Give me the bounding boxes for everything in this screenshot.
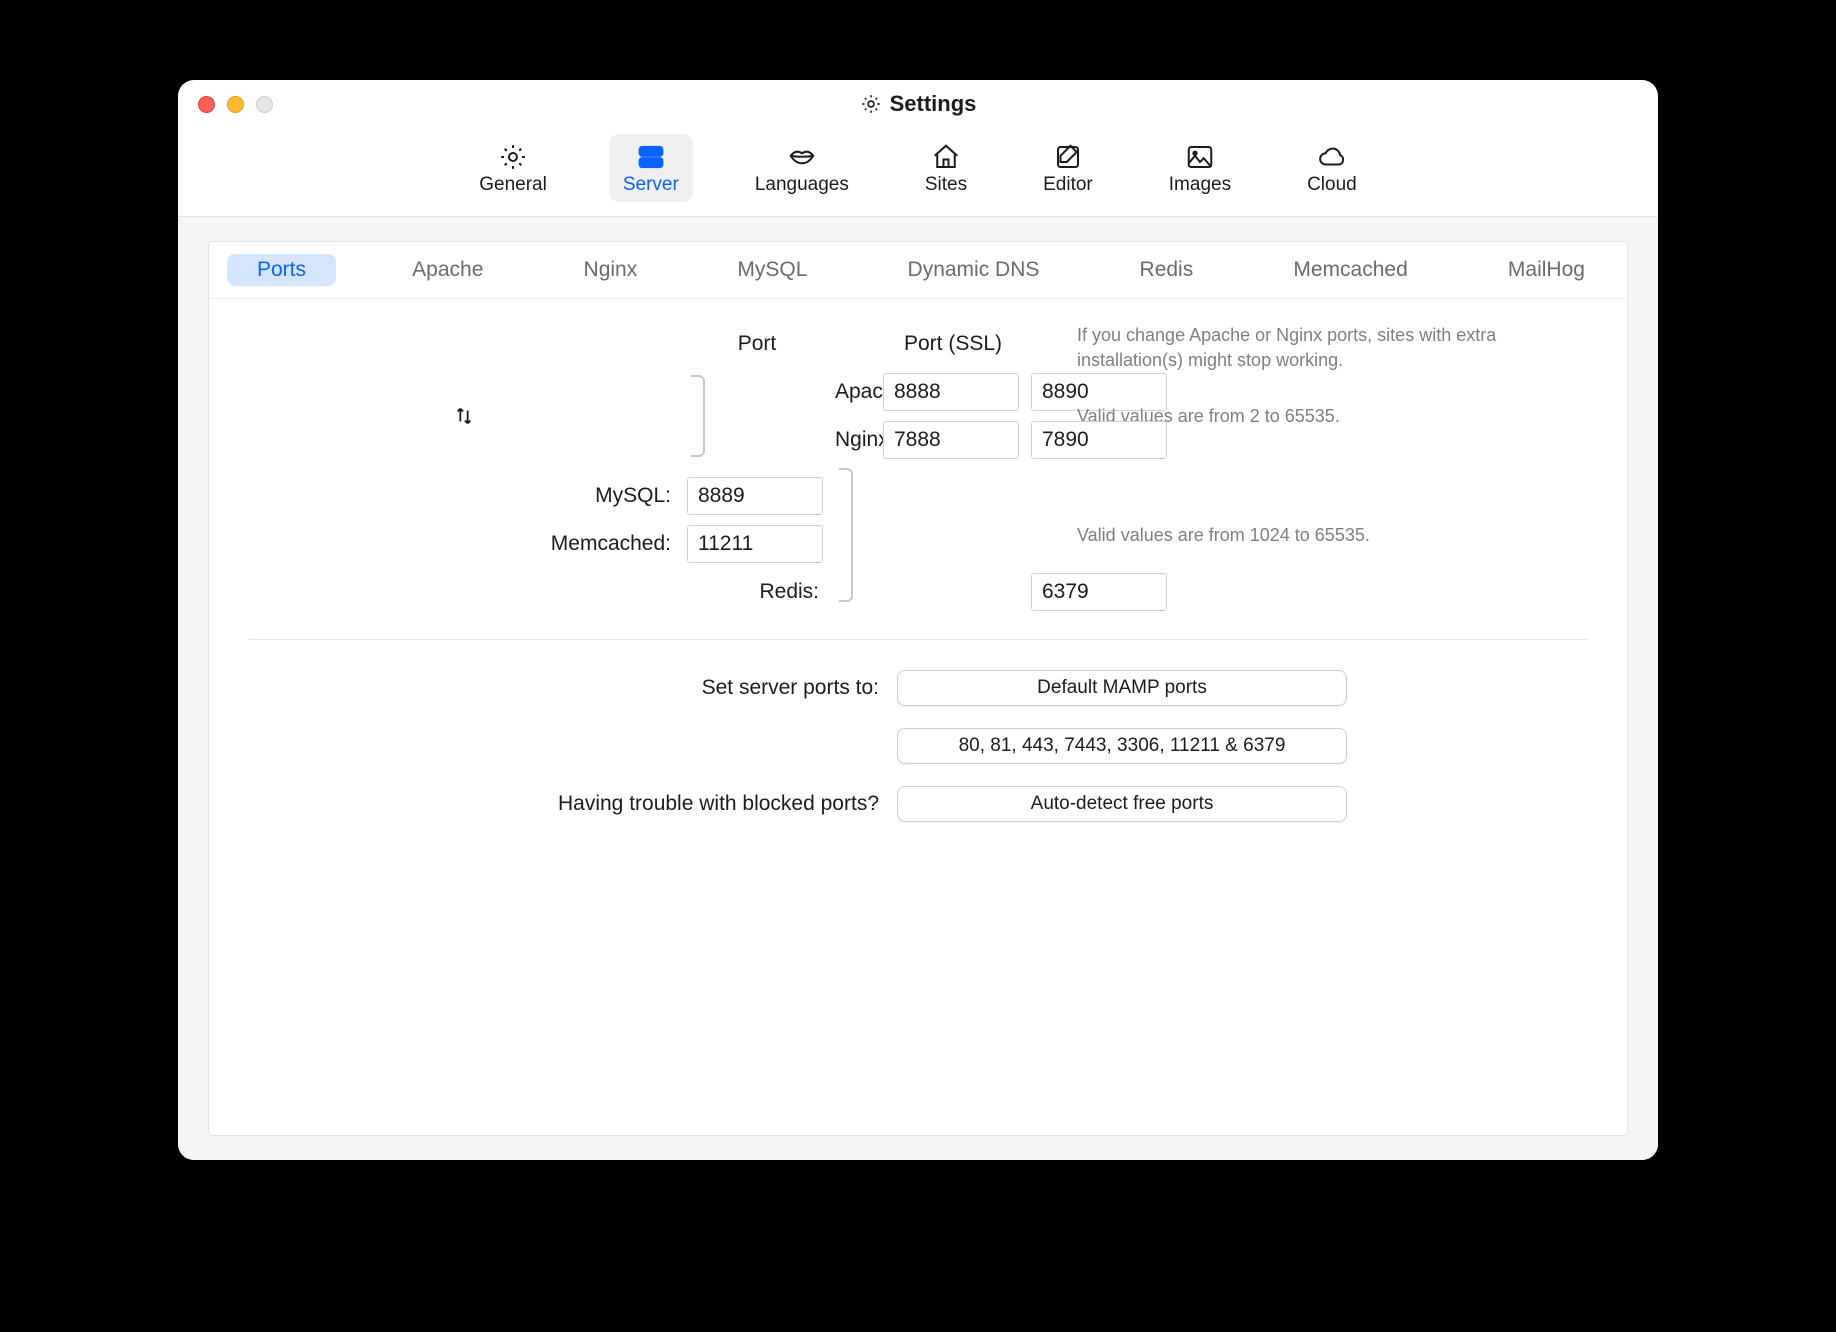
subtab-memcached[interactable]: Memcached <box>1269 254 1431 286</box>
set-ports-label: Set server ports to: <box>249 676 879 700</box>
toolbar-tab-general[interactable]: General <box>465 134 561 202</box>
subtab-mysql[interactable]: MySQL <box>713 254 831 286</box>
standard-ports-button[interactable]: 80, 81, 443, 7443, 3306, 11211 & 6379 <box>897 728 1347 764</box>
toolbar-label: Cloud <box>1307 174 1357 196</box>
toolbar-tab-server[interactable]: Server <box>609 134 693 202</box>
zoom-window-button[interactable] <box>256 96 273 113</box>
server-icon <box>634 142 668 172</box>
body: Ports Apache Nginx MySQL Dynamic DNS Red… <box>178 217 1658 1160</box>
toolbar-tab-images[interactable]: Images <box>1155 134 1245 202</box>
toolbar-label: Editor <box>1043 174 1093 196</box>
toolbar: General Server Languages S <box>178 128 1658 217</box>
edit-icon <box>1051 142 1085 172</box>
toolbar-label: Languages <box>755 174 849 196</box>
window-controls <box>198 96 273 113</box>
content: Port Port (SSL) If you change Apache or … <box>209 299 1627 846</box>
cloud-icon <box>1315 142 1349 172</box>
settings-window: Settings General Server <box>178 80 1658 1160</box>
lips-icon <box>785 142 819 172</box>
apache-label: Apache: <box>835 380 875 404</box>
hint-warning: If you change Apache or Nginx ports, sit… <box>1063 323 1587 373</box>
ports-grid: Port Port (SSL) If you change Apache or … <box>249 323 1587 611</box>
home-icon <box>929 142 963 172</box>
mysql-port-input[interactable] <box>687 477 823 515</box>
close-window-button[interactable] <box>198 96 215 113</box>
swap-icon <box>453 405 475 427</box>
port-header: Port <box>687 332 827 364</box>
auto-detect-ports-button[interactable]: Auto-detect free ports <box>897 786 1347 822</box>
subtab-ports[interactable]: Ports <box>227 254 336 286</box>
subtab-dynamicdns[interactable]: Dynamic DNS <box>884 254 1064 286</box>
separator <box>249 639 1587 640</box>
mysql-label: MySQL: <box>249 484 679 508</box>
swap-ports-button[interactable] <box>249 405 679 427</box>
image-icon <box>1183 142 1217 172</box>
hint-db-range: Valid values are from 1024 to 65535. <box>1063 523 1587 548</box>
subtab-redis[interactable]: Redis <box>1116 254 1218 286</box>
gear-icon <box>860 93 882 115</box>
action-buttons: Set server ports to: Default MAMP ports … <box>249 670 1587 822</box>
memcached-label: Memcached: <box>249 532 679 556</box>
nginx-ssl-port-input[interactable] <box>1031 421 1167 459</box>
apache-port-input[interactable] <box>883 373 1019 411</box>
toolbar-label: General <box>479 174 547 196</box>
panel: Ports Apache Nginx MySQL Dynamic DNS Red… <box>208 241 1628 1136</box>
toolbar-label: Server <box>623 174 679 196</box>
nginx-port-input[interactable] <box>883 421 1019 459</box>
redis-label: Redis: <box>687 580 827 604</box>
subtab-mailhog[interactable]: MailHog <box>1484 254 1609 286</box>
bracket-icon <box>691 375 705 457</box>
minimize-window-button[interactable] <box>227 96 244 113</box>
toolbar-tab-cloud[interactable]: Cloud <box>1293 134 1371 202</box>
subtab-row: Ports Apache Nginx MySQL Dynamic DNS Red… <box>209 242 1627 299</box>
toolbar-tab-sites[interactable]: Sites <box>911 134 981 202</box>
nginx-label: Nginx: <box>835 428 875 452</box>
toolbar-tab-languages[interactable]: Languages <box>741 134 863 202</box>
toolbar-tab-editor[interactable]: Editor <box>1029 134 1107 202</box>
trouble-label: Having trouble with blocked ports? <box>249 792 879 816</box>
memcached-port-input[interactable] <box>687 525 823 563</box>
subtab-apache[interactable]: Apache <box>388 254 507 286</box>
redis-port-input[interactable] <box>1031 573 1167 611</box>
toolbar-label: Images <box>1169 174 1231 196</box>
port-ssl-header: Port (SSL) <box>883 332 1023 364</box>
subtab-nginx[interactable]: Nginx <box>560 254 662 286</box>
bracket-icon <box>839 468 853 602</box>
titlebar: Settings <box>178 80 1658 128</box>
window-title: Settings <box>178 91 1658 117</box>
toolbar-label: Sites <box>925 174 967 196</box>
default-mamp-ports-button[interactable]: Default MAMP ports <box>897 670 1347 706</box>
gear-icon <box>496 142 530 172</box>
